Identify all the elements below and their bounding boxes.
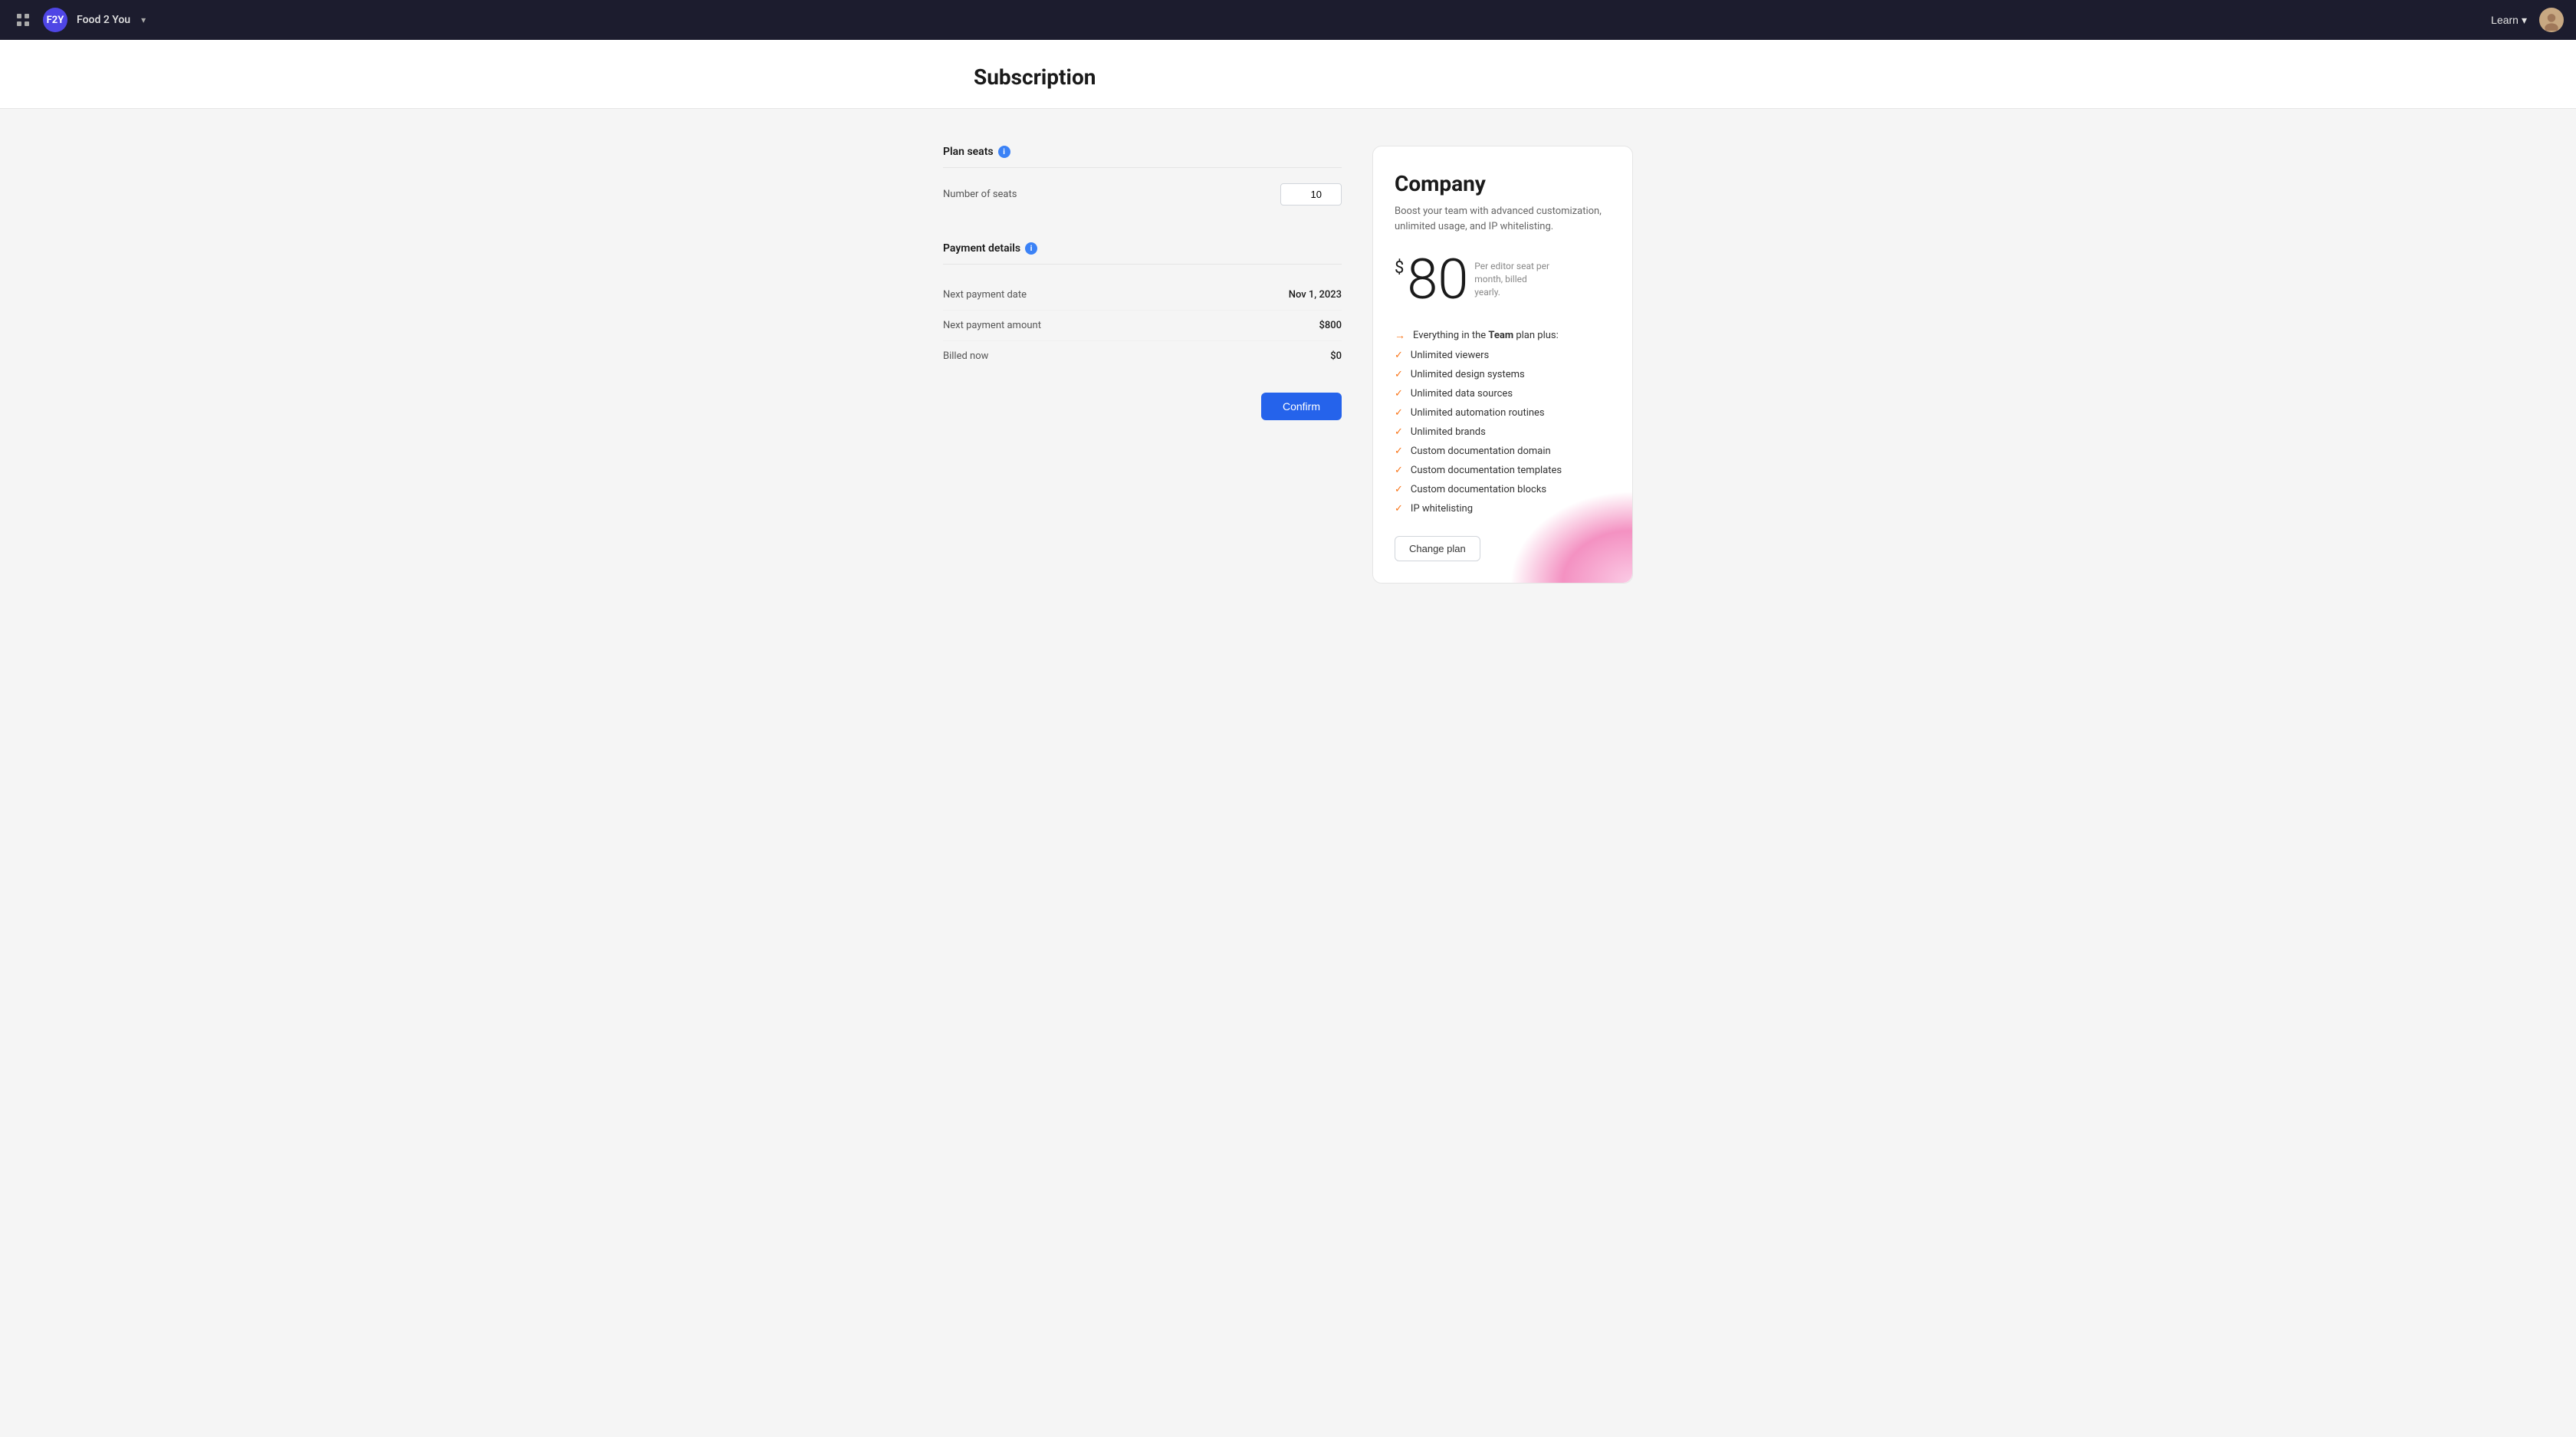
plan-seats-info-icon[interactable]: i (998, 146, 1010, 158)
feature-unlimited-brands: ✓ Unlimited brands (1395, 426, 1611, 438)
plan-features-list: → Everything in the Team plan plus: ✓ Un… (1395, 329, 1611, 515)
avatar[interactable] (2539, 8, 2564, 32)
feature-custom-doc-templates: ✓ Custom documentation templates (1395, 465, 1611, 476)
next-payment-date-row: Next payment date Nov 1, 2023 (943, 280, 1342, 311)
check-icon: ✓ (1395, 388, 1403, 400)
navbar: F2Y Food 2 You ▾ Learn ▾ (0, 0, 2576, 40)
main-content: Plan seats i Number of seats Payment det… (0, 109, 2576, 620)
page-title: Subscription (974, 64, 1602, 90)
workspace-chevron-icon[interactable]: ▾ (141, 15, 146, 25)
price-meta: Per editor seat per month, billed yearly… (1474, 260, 1551, 298)
next-payment-date-label: Next payment date (943, 289, 1027, 301)
confirm-button-wrap: Confirm (943, 393, 1342, 420)
plan-tagline: Boost your team with advanced customizat… (1395, 204, 1611, 234)
next-payment-amount-row: Next payment amount $800 (943, 311, 1342, 341)
billed-now-label: Billed now (943, 350, 988, 362)
check-icon: ✓ (1395, 503, 1403, 515)
learn-button[interactable]: Learn ▾ (2491, 14, 2527, 27)
check-icon: ✓ (1395, 465, 1403, 476)
seats-input[interactable] (1280, 183, 1342, 206)
seats-field-row: Number of seats (943, 183, 1342, 224)
feature-unlimited-data-sources: ✓ Unlimited data sources (1395, 388, 1611, 400)
check-icon: ✓ (1395, 484, 1403, 495)
check-icon: ✓ (1395, 350, 1403, 361)
payment-details-info-icon[interactable]: i (1025, 242, 1037, 255)
feature-unlimited-automation: ✓ Unlimited automation routines (1395, 407, 1611, 419)
plan-price-row: $ 80 Per editor seat per month, billed y… (1395, 252, 1611, 307)
billed-now-row: Billed now $0 (943, 341, 1342, 371)
content-inner: Plan seats i Number of seats Payment det… (943, 146, 1633, 584)
payment-details-section-label: Payment details i (943, 242, 1342, 265)
check-icon: ✓ (1395, 407, 1403, 419)
workspace-badge: F2Y (43, 8, 67, 32)
feature-unlimited-design-systems: ✓ Unlimited design systems (1395, 369, 1611, 380)
feature-ip-whitelisting: ✓ IP whitelisting (1395, 503, 1611, 515)
confirm-button[interactable]: Confirm (1261, 393, 1342, 420)
change-plan-button[interactable]: Change plan (1395, 536, 1480, 561)
workspace-name[interactable]: Food 2 You (77, 14, 130, 26)
feature-custom-doc-blocks: ✓ Custom documentation blocks (1395, 484, 1611, 495)
navbar-right: Learn ▾ (2491, 8, 2564, 32)
next-payment-date-value: Nov 1, 2023 (1289, 289, 1342, 301)
form-section: Plan seats i Number of seats Payment det… (943, 146, 1342, 420)
next-payment-amount-value: $800 (1319, 320, 1342, 331)
feature-unlimited-viewers: ✓ Unlimited viewers (1395, 350, 1611, 361)
number-of-seats-label: Number of seats (943, 189, 1017, 200)
next-payment-amount-label: Next payment amount (943, 320, 1041, 331)
check-icon: ✓ (1395, 369, 1403, 380)
check-icon: ✓ (1395, 426, 1403, 438)
payment-details-section: Payment details i Next payment date Nov … (943, 242, 1342, 371)
price-dollar-sign: $ (1395, 258, 1404, 278)
navbar-left: F2Y Food 2 You ▾ (12, 8, 146, 32)
grid-icon[interactable] (12, 9, 34, 31)
plan-name: Company (1395, 171, 1611, 196)
page-header: Subscription (0, 40, 2576, 109)
price-amount: 80 (1407, 252, 1468, 307)
feature-team-plus: → Everything in the Team plan plus: (1395, 329, 1611, 342)
arrow-icon: → (1395, 329, 1405, 342)
plan-card: Company Boost your team with advanced cu… (1372, 146, 1633, 584)
feature-custom-doc-domain: ✓ Custom documentation domain (1395, 446, 1611, 457)
billed-now-value: $0 (1330, 350, 1342, 362)
plan-seats-section-label: Plan seats i (943, 146, 1342, 168)
check-icon: ✓ (1395, 446, 1403, 457)
